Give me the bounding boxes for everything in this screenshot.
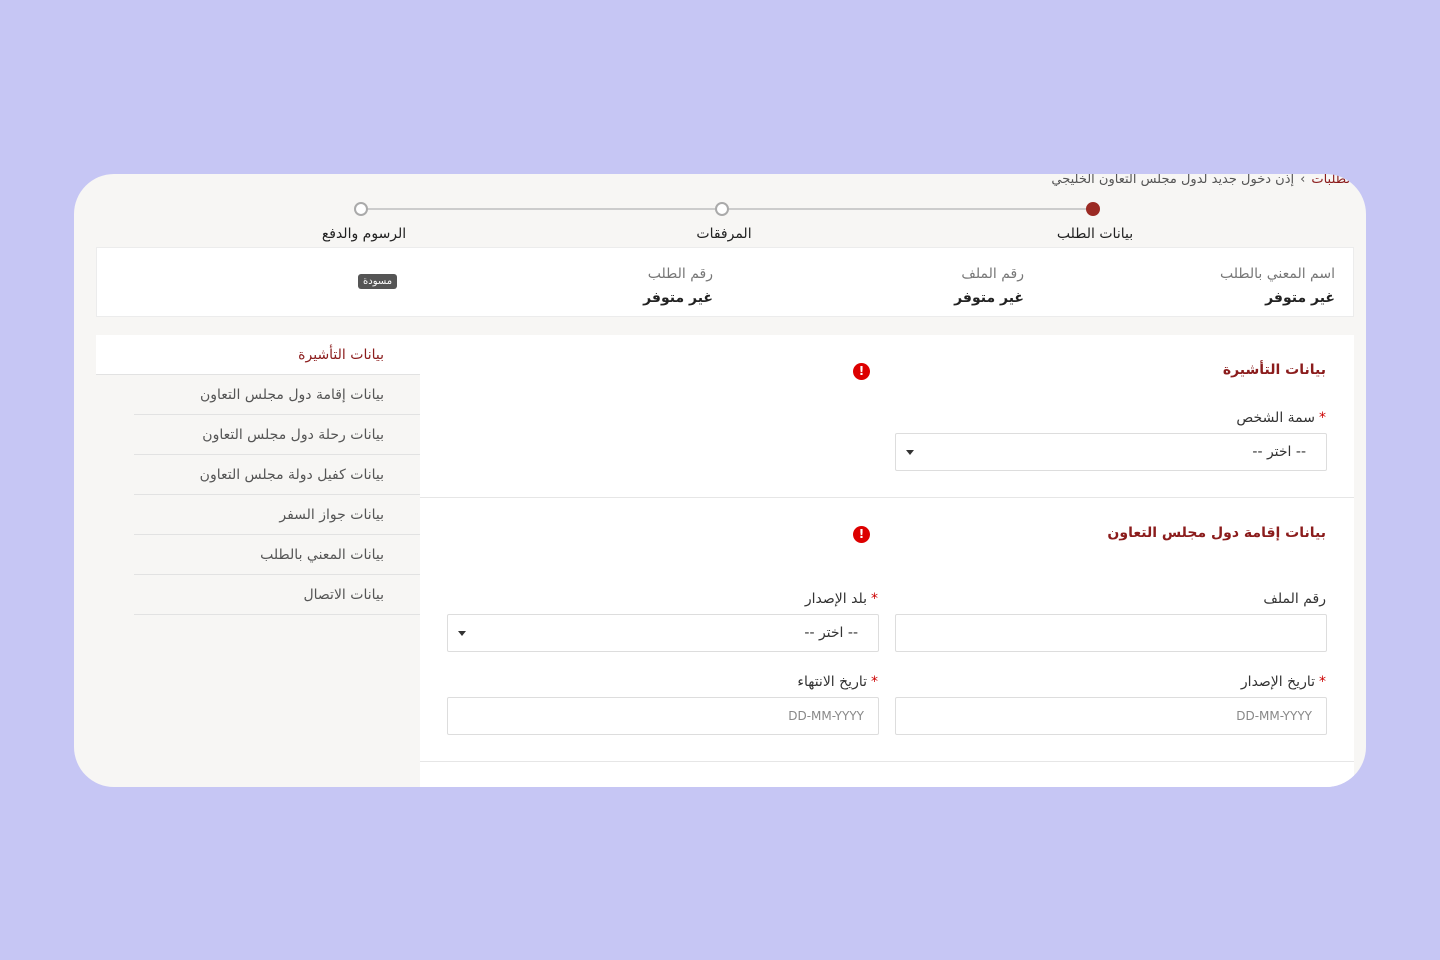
step-dot-fees-payment[interactable] bbox=[354, 202, 368, 216]
error-icon: ! bbox=[853, 526, 870, 543]
sidebar-item-contact[interactable]: بيانات الاتصال bbox=[134, 575, 420, 615]
expiry-date-label: *تاريخ الانتهاء bbox=[797, 674, 878, 690]
sidebar-item-passport[interactable]: بيانات جواز السفر bbox=[134, 495, 420, 535]
chevron-down-icon bbox=[906, 450, 914, 455]
app-card: الطلبات › إذن دخول جديد لدول مجلس التعاون … bbox=[74, 174, 1366, 787]
chevron-down-icon bbox=[458, 631, 466, 636]
summary-applicant: اسم المعني بالطلب غير متوفر bbox=[1220, 266, 1335, 306]
sidebar-item-gcc-trip[interactable]: بيانات رحلة دول مجلس التعاون bbox=[134, 415, 420, 455]
step-label-request-data[interactable]: بيانات الطلب bbox=[1057, 226, 1133, 242]
person-attr-select[interactable]: -- اختر -- bbox=[895, 433, 1327, 471]
request-number-value: غير متوفر bbox=[643, 290, 713, 306]
breadcrumb-link-requests[interactable]: الطلبات bbox=[1311, 174, 1354, 187]
issue-date-input[interactable]: DD-MM-YYYY bbox=[895, 697, 1327, 735]
country-selected: -- اختر -- bbox=[804, 625, 858, 641]
sidebar-item-gcc-residence[interactable]: بيانات إقامة دول مجلس التعاون bbox=[134, 375, 420, 415]
file-number-field-label: رقم الملف bbox=[1263, 591, 1326, 607]
progress-stepper: بيانات الطلب المرفقات الرسوم والدفع bbox=[74, 198, 1366, 248]
visa-section-title: بيانات التأشيرة bbox=[1222, 362, 1326, 378]
section-nav: بيانات التأشيرة بيانات إقامة دول مجلس ال… bbox=[96, 335, 420, 615]
request-summary: اسم المعني بالطلب غير متوفر رقم الملف غي… bbox=[96, 247, 1354, 317]
summary-request-number: رقم الطلب غير متوفر bbox=[643, 266, 713, 306]
breadcrumb-current: إذن دخول جديد لدول مجلس التعاون الخليجي bbox=[1051, 174, 1295, 187]
step-label-attachments[interactable]: المرفقات bbox=[696, 226, 751, 242]
person-attr-label: *سمة الشخص bbox=[1236, 410, 1326, 426]
country-select[interactable]: -- اختر -- bbox=[447, 614, 879, 652]
status-badge: مسودة bbox=[358, 274, 398, 289]
required-marker: * bbox=[871, 674, 878, 690]
issue-date-label: *تاريخ الإصدار bbox=[1240, 674, 1326, 690]
step-dot-request-data[interactable] bbox=[1086, 202, 1100, 216]
sidebar-item-gcc-sponsor[interactable]: بيانات كفيل دولة مجلس التعاون bbox=[134, 455, 420, 495]
applicant-label: اسم المعني بالطلب bbox=[1219, 266, 1335, 282]
sidebar-item-applicant[interactable]: بيانات المعني بالطلب bbox=[134, 535, 420, 575]
residence-section-title: بيانات إقامة دول مجلس التعاون bbox=[1107, 525, 1326, 541]
error-icon: ! bbox=[853, 363, 870, 380]
summary-file-number: رقم الملف غير متوفر bbox=[954, 266, 1024, 306]
required-marker: * bbox=[1319, 410, 1326, 426]
file-number-value: غير متوفر bbox=[954, 290, 1024, 306]
file-number-input[interactable] bbox=[895, 614, 1327, 652]
breadcrumb-separator-icon: › bbox=[1300, 174, 1306, 187]
file-number-label: رقم الملف bbox=[961, 266, 1024, 282]
gcc-residence-section: بيانات إقامة دول مجلس التعاون ! رقم المل… bbox=[420, 498, 1354, 762]
request-number-label: رقم الطلب bbox=[647, 266, 713, 282]
required-marker: * bbox=[1319, 674, 1326, 690]
breadcrumb: الطلبات › إذن دخول جديد لدول مجلس التعاون … bbox=[1051, 174, 1354, 187]
visa-data-section: بيانات التأشيرة ! *سمة الشخص -- اختر -- bbox=[420, 335, 1354, 498]
expiry-date-placeholder: DD-MM-YYYY bbox=[788, 709, 864, 723]
form-panel: بيانات التأشيرة ! *سمة الشخص -- اختر -- … bbox=[420, 335, 1354, 787]
expiry-date-input[interactable]: DD-MM-YYYY bbox=[447, 697, 879, 735]
sidebar-item-visa-data[interactable]: بيانات التأشيرة bbox=[96, 335, 420, 375]
country-label: *بلد الإصدار bbox=[804, 591, 878, 607]
issue-date-placeholder: DD-MM-YYYY bbox=[1236, 709, 1312, 723]
applicant-value: غير متوفر bbox=[1265, 290, 1335, 306]
person-attr-selected: -- اختر -- bbox=[1252, 444, 1306, 460]
step-dot-attachments[interactable] bbox=[715, 202, 729, 216]
step-label-fees-payment[interactable]: الرسوم والدفع bbox=[322, 226, 406, 242]
required-marker: * bbox=[871, 591, 878, 607]
